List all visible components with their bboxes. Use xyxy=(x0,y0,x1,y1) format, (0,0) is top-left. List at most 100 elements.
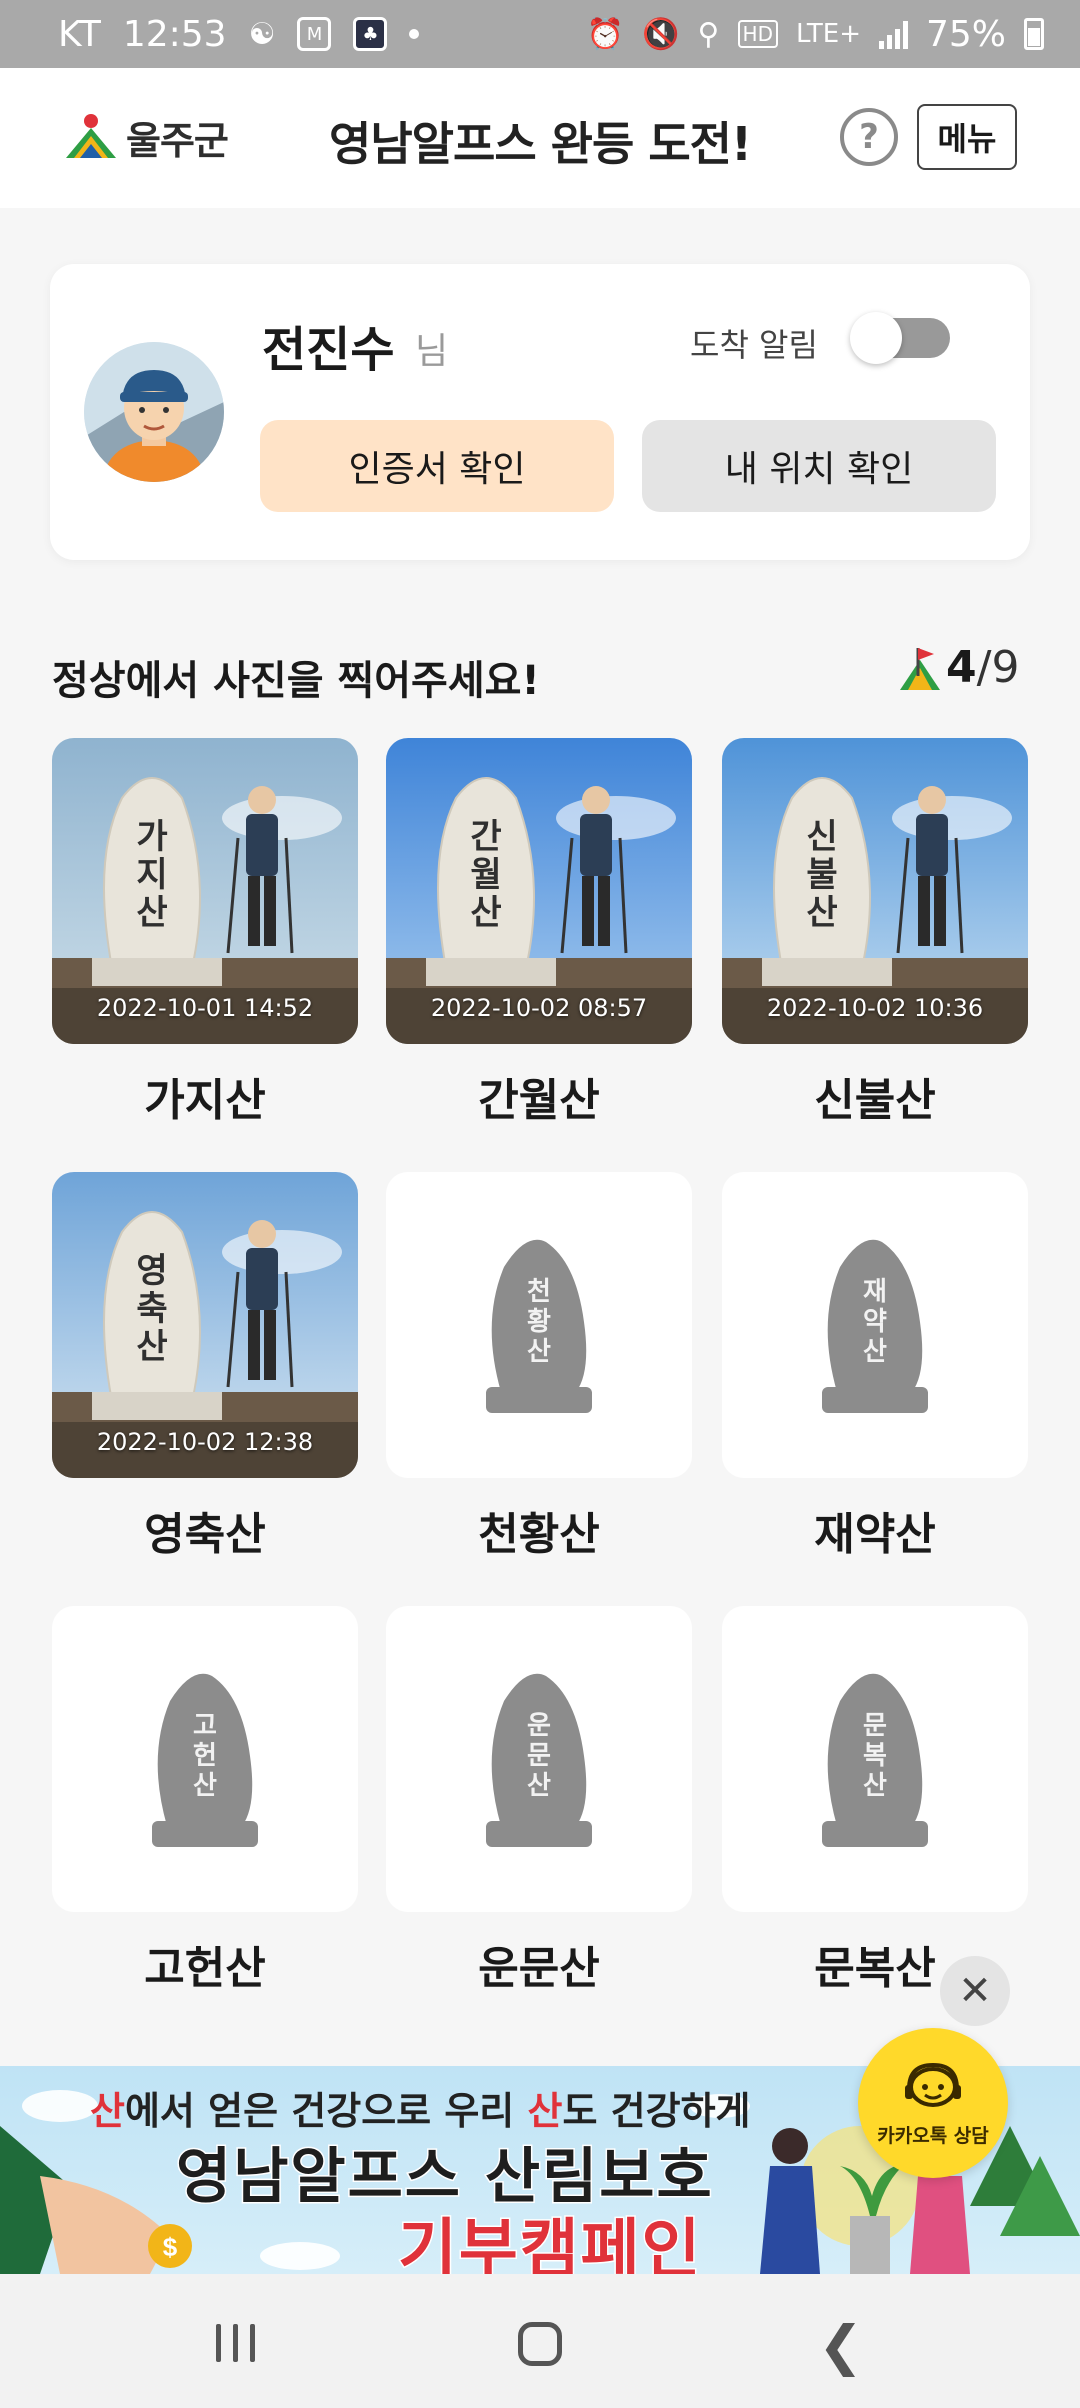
svg-text:산: 산 xyxy=(863,1337,887,1367)
mountain-name: 가지산 xyxy=(144,1075,266,1126)
svg-text:운: 운 xyxy=(527,1711,551,1741)
svg-text:산: 산 xyxy=(806,893,837,933)
shield-app-icon: ♣ xyxy=(353,17,388,51)
mountain-name: 재약산 xyxy=(814,1509,936,1560)
help-button[interactable]: ? xyxy=(840,108,898,166)
recent-apps-icon[interactable] xyxy=(216,2324,255,2362)
mountain-tile[interactable]: 가 지 산 2022-10-01 14:52 xyxy=(52,738,358,1044)
photo-timestamp: 2022-10-02 08:57 xyxy=(430,994,648,1022)
carrier-label: KT xyxy=(58,13,101,55)
svg-text:신: 신 xyxy=(806,817,837,857)
mountain-tile[interactable]: 영 축 산 2022-10-02 12:38 xyxy=(52,1172,358,1478)
svg-text:산: 산 xyxy=(527,1337,551,1367)
svg-text:산: 산 xyxy=(863,1771,887,1801)
svg-text:영: 영 xyxy=(136,1251,167,1291)
photo-timestamp: 2022-10-01 14:52 xyxy=(96,994,314,1022)
mountain-tile[interactable]: 신 불 산 2022-10-02 10:36 xyxy=(722,738,1028,1044)
clock: 12:53 xyxy=(122,13,227,55)
count-separator: / xyxy=(976,642,992,693)
svg-text:산: 산 xyxy=(136,893,167,933)
svg-text:황: 황 xyxy=(527,1307,551,1337)
menu-button[interactable]: 메뉴 xyxy=(917,104,1017,170)
banner-word-mountain: 산 xyxy=(90,2089,125,2133)
arrival-alert-label: 도착 알림 xyxy=(690,326,818,364)
svg-text:재: 재 xyxy=(863,1277,887,1307)
arrival-alert-toggle[interactable] xyxy=(850,312,950,364)
svg-text:지: 지 xyxy=(136,855,167,895)
banner-word-mountain: 산 xyxy=(527,2089,563,2133)
svg-text:불: 불 xyxy=(806,855,837,895)
svg-text:가: 가 xyxy=(136,817,167,857)
svg-text:복: 복 xyxy=(863,1741,887,1771)
profile-card: 전진수 님 도착 알림 인증서 확인 내 위치 확인 xyxy=(50,264,1030,560)
mountain-name: 간월산 xyxy=(478,1075,600,1126)
gmail-icon: M xyxy=(297,17,332,51)
svg-text:문: 문 xyxy=(527,1741,551,1771)
toggle-knob xyxy=(850,312,902,364)
mountain-tile[interactable]: 간 월 산 2022-10-02 08:57 xyxy=(386,738,692,1044)
hd-icon: HD xyxy=(737,20,778,48)
total-count: 9 xyxy=(991,642,1020,693)
photo-timestamp: 2022-10-02 10:36 xyxy=(766,994,984,1022)
svg-text:천: 천 xyxy=(527,1277,551,1307)
summit-stone-placeholder-icon: 재약산 xyxy=(822,1239,928,1413)
mountain-tile[interactable]: 고헌산 xyxy=(52,1606,358,1912)
mountain-tile[interactable]: 문복산 xyxy=(722,1606,1028,1912)
banner-campaign: 기부캠페인 xyxy=(396,2212,703,2275)
svg-text:헌: 헌 xyxy=(193,1741,217,1771)
svg-text:고: 고 xyxy=(193,1711,217,1741)
location-icon: ⚲ xyxy=(697,16,720,52)
svg-text:산: 산 xyxy=(527,1771,551,1801)
section-title: 정상에서 사진을 찍어주세요! xyxy=(52,658,540,704)
alarm-icon: ⏰ xyxy=(586,16,625,52)
network-label: LTE+ xyxy=(795,19,861,49)
app-header: 울주군 영남알프스 완등 도전! ? 메뉴 xyxy=(0,68,1080,208)
signal-icon xyxy=(878,19,908,49)
svg-text:산: 산 xyxy=(470,893,501,933)
mountain-tile[interactable]: 천황산 xyxy=(386,1172,692,1478)
banner-text-part: 도 건강하게 xyxy=(562,2089,751,2133)
close-banner-button[interactable]: ✕ xyxy=(940,1956,1010,2026)
svg-text:산: 산 xyxy=(193,1771,217,1801)
mountain-name: 영축산 xyxy=(144,1509,266,1560)
status-bar: KT 12:53 ☯ M ♣ ⏰ 🔇 ⚲ HD LTE+ 75% xyxy=(0,0,1080,68)
home-icon[interactable] xyxy=(518,2322,562,2366)
banner-subtitle: 산에서 얻은 건강으로 우리 산도 건강하게 xyxy=(90,2080,751,2135)
user-name: 전진수 xyxy=(262,322,395,378)
my-location-button[interactable]: 내 위치 확인 xyxy=(642,420,996,512)
svg-text:간: 간 xyxy=(470,817,501,857)
photo-timestamp: 2022-10-02 12:38 xyxy=(96,1428,314,1456)
summit-stone-placeholder-icon: 문복산 xyxy=(822,1673,928,1847)
mountain-tile[interactable]: 재약산 xyxy=(722,1172,1028,1478)
mountain-name: 고헌산 xyxy=(144,1943,266,1994)
svg-text:문: 문 xyxy=(863,1711,887,1741)
svg-text:$: $ xyxy=(163,2232,178,2262)
mountain-name: 천황산 xyxy=(478,1509,600,1560)
kakao-consult-label: 카카오톡 상담 xyxy=(877,2124,989,2147)
hiker-avatar-icon xyxy=(84,342,224,482)
view-certificate-button[interactable]: 인증서 확인 xyxy=(260,420,614,512)
svg-text:약: 약 xyxy=(863,1307,887,1337)
summit-stone-placeholder-icon: 천황산 xyxy=(486,1239,592,1413)
svg-text:산: 산 xyxy=(136,1327,167,1367)
mountain-name: 신불산 xyxy=(814,1075,936,1126)
mountain-tile[interactable]: 운문산 xyxy=(386,1606,692,1912)
system-nav-bar: ❮ xyxy=(0,2274,1080,2408)
mountain-name: 운문산 xyxy=(478,1943,600,1994)
banner-text-part: 에서 얻은 건강으로 우리 xyxy=(124,2089,528,2133)
user-honorific: 님 xyxy=(415,331,449,372)
completed-count: 4 xyxy=(946,642,977,693)
summit-stone-placeholder-icon: 고헌산 xyxy=(152,1673,258,1847)
back-icon[interactable]: ❮ xyxy=(818,2314,863,2377)
battery-icon xyxy=(1024,18,1044,50)
avatar xyxy=(84,342,224,482)
mute-icon: 🔇 xyxy=(642,16,680,52)
battery-percent: 75% xyxy=(925,13,1006,55)
svg-text:축: 축 xyxy=(136,1289,167,1329)
svg-text:월: 월 xyxy=(470,855,501,895)
notification-icon: ☯ xyxy=(248,16,276,52)
progress-counter: 4 / 9 xyxy=(900,642,1019,693)
summit-flag-icon xyxy=(900,647,940,690)
kakao-consult-button[interactable]: 카카오톡 상담 xyxy=(858,2028,1008,2178)
headset-chat-icon xyxy=(905,2062,961,2107)
